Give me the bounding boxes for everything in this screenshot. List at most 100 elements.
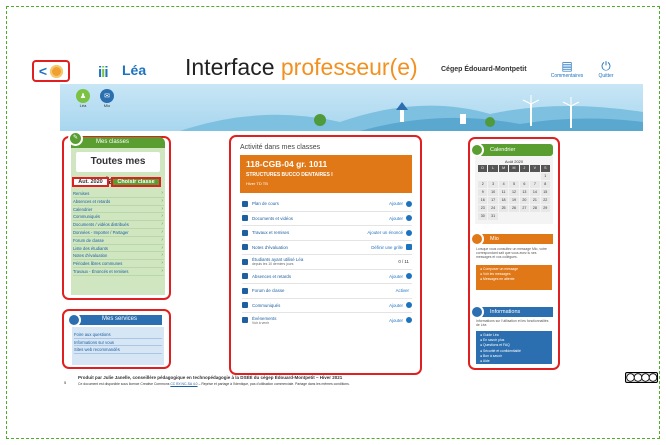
activity-row-evenements[interactable]: Événements Voir à venir Ajouter: [242, 313, 412, 328]
calendar-day[interactable]: 19: [509, 197, 519, 204]
activity-row-forum[interactable]: Forum de classe Activer: [242, 284, 412, 299]
activity-row-documents[interactable]: Documents et vidéos Ajouter: [242, 212, 412, 226]
calendar-day[interactable]: 26: [509, 205, 519, 212]
calendar-day[interactable]: 1: [540, 173, 550, 180]
calendar-day[interactable]: 10: [488, 189, 498, 196]
calendar-icon: [242, 317, 248, 324]
calendar-day[interactable]: 3: [488, 181, 498, 188]
school-name: Cégep Édouard-Montpetit: [441, 66, 527, 73]
banner-mio-shortcut[interactable]: ✉ Mio: [96, 89, 118, 108]
quit-button[interactable]: ⏻ Quitter: [589, 60, 623, 79]
calendar-day[interactable]: 17: [488, 197, 498, 204]
activity-row-travaux[interactable]: Travaux et remises Ajouter un énoncé: [242, 226, 412, 241]
calendar-day: [478, 173, 487, 180]
calendar-day[interactable]: 23: [478, 205, 488, 212]
calendar-day[interactable]: 22: [540, 197, 550, 204]
calendar-day[interactable]: 21: [530, 197, 540, 204]
calendar-day[interactable]: 30: [478, 213, 488, 220]
menu-item-documents[interactable]: Documents / vidéos distribués: [73, 221, 164, 229]
activity-row-etudiants[interactable]: Étudiants ayant utilisé Léa depuis les 10…: [242, 255, 412, 270]
mio-icon: [470, 232, 484, 246]
session-selector[interactable]: Aut. 2020: [72, 177, 109, 187]
announcement-icon: [242, 302, 248, 309]
calendar-day[interactable]: 4: [498, 181, 509, 188]
activity-row-notes[interactable]: Notes d'évaluation Définir une grille: [242, 241, 412, 255]
calendar-day[interactable]: 25: [498, 205, 509, 212]
calendar-day[interactable]: 7: [530, 181, 540, 188]
add-icon[interactable]: [406, 273, 412, 280]
info-links: Guide Léa En savoir plus Questions et FA…: [476, 331, 552, 364]
info-link-help[interactable]: Aide: [480, 359, 548, 364]
menu-item-etudiants[interactable]: Liste des étudiants: [73, 245, 164, 253]
family-icon: iii: [98, 64, 108, 81]
menu-item-info-vous[interactable]: Informations sur vous: [74, 339, 162, 346]
banner-lea-shortcut[interactable]: ♟ Léa: [72, 89, 94, 108]
comments-button[interactable]: ▤ Commentaires: [550, 60, 584, 79]
my-classes-header: Mes classes: [71, 137, 165, 148]
grid-icon[interactable]: [406, 244, 412, 251]
all-classes-button[interactable]: Toutes mes classes: [76, 152, 160, 187]
page-title: Interface professeur(e): [185, 54, 418, 80]
activity-heading: Activité dans mes classes: [240, 144, 321, 151]
calendar-day[interactable]: 24: [488, 205, 498, 212]
calendar-day[interactable]: 6: [519, 181, 530, 188]
mio-description: Lorsque vous consultez un message Mio, v…: [476, 247, 547, 260]
info-icon: [470, 305, 484, 319]
calendar-grid: D L M M J V S 1 2 3 4 5 6 7 8 9 10 11 12 13 14 15 16 17 18 19 20 21…: [478, 165, 550, 220]
calendar-day[interactable]: 18: [498, 197, 509, 204]
add-icon[interactable]: [406, 317, 412, 324]
calendar-day[interactable]: 13: [519, 189, 530, 196]
calendar-day[interactable]: 28: [530, 205, 540, 212]
add-icon[interactable]: [406, 302, 412, 309]
footer-license: Ce document est disponible sous licence …: [78, 382, 350, 386]
calendar-icon: [470, 143, 484, 157]
calendar-month: Août 2020: [504, 159, 524, 164]
activity-row-plan[interactable]: Plan de cours Ajouter: [242, 197, 412, 212]
menu-item-remises[interactable]: Remises: [73, 190, 164, 198]
menu-item-faq[interactable]: Foire aux questions: [74, 331, 162, 339]
menu-item-calendrier[interactable]: Calendrier: [73, 206, 164, 214]
choose-class-dropdown[interactable]: Choisir classe: [111, 177, 161, 187]
calendar-day[interactable]: 8: [540, 181, 550, 188]
creative-commons-badge[interactable]: [625, 372, 658, 383]
menu-item-notes[interactable]: Notes d'évaluation: [73, 252, 164, 261]
calendar-day[interactable]: 29: [540, 205, 550, 212]
course-name: STRUCTURES BUCCO DENTAIRES I: [246, 172, 333, 178]
menu-item-absences[interactable]: Absences et retards: [73, 198, 164, 206]
calendar-day[interactable]: 15: [540, 189, 550, 196]
menu-item-travaux[interactable]: Travaux - Énoncés et remises: [73, 268, 164, 276]
menu-item-periodes[interactable]: Périodes libres communes: [73, 260, 164, 268]
menu-item-sites-web[interactable]: Sites web recommandés: [74, 346, 162, 354]
add-icon[interactable]: [406, 229, 412, 236]
back-button[interactable]: <: [32, 60, 70, 82]
activity-row-communiques[interactable]: Communiqués Ajouter: [242, 299, 412, 313]
mio-link-pending[interactable]: Messages en attente: [480, 277, 548, 282]
calendar-day[interactable]: 14: [530, 189, 540, 196]
menu-item-communiques[interactable]: Communiqués: [73, 213, 164, 222]
activity-row-absences[interactable]: Absences et retards Ajouter: [242, 270, 412, 284]
calendar-day[interactable]: 11: [498, 189, 509, 196]
calendar-day[interactable]: 20: [519, 197, 530, 204]
add-icon[interactable]: [406, 215, 412, 222]
calendar-day[interactable]: 12: [509, 189, 519, 196]
calendar-day[interactable]: 31: [488, 213, 498, 220]
menu-item-forum[interactable]: Forum de classe: [73, 237, 164, 245]
services-icon: [67, 313, 81, 327]
add-icon[interactable]: [406, 200, 412, 207]
calendar-day[interactable]: 5: [509, 181, 519, 188]
comment-icon: ▤: [561, 59, 573, 73]
calendar-day: [541, 213, 550, 220]
mail-icon: ✉: [100, 89, 114, 103]
calendar-weekday: L: [488, 165, 498, 172]
calendar-day: [520, 173, 529, 180]
banner: [60, 84, 643, 131]
license-link[interactable]: CC BY-NC-SA 4.0: [170, 382, 197, 386]
calendar-day[interactable]: 9: [478, 189, 488, 196]
calendar-day[interactable]: 16: [478, 197, 488, 204]
classes-icon: ✎: [68, 131, 83, 146]
calendar-weekday: M: [509, 165, 519, 172]
calendar-day[interactable]: 2: [478, 181, 488, 188]
calendar-day[interactable]: 27: [519, 205, 530, 212]
mio-links: Composer un message Voir les messages Me…: [476, 265, 552, 290]
menu-item-donnees[interactable]: Données - Importer / Partager: [73, 229, 164, 237]
